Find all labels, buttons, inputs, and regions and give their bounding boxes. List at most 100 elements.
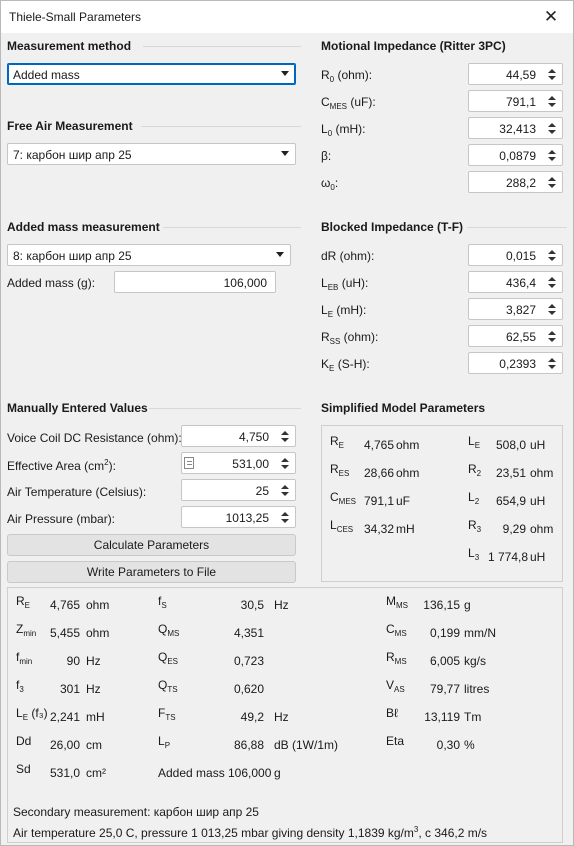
model-symbol-subscript: E: [474, 441, 481, 450]
spin-down-icon[interactable]: [548, 76, 556, 80]
param-field[interactable]: 288,2: [468, 171, 563, 193]
simplified-model-header: Simplified Model Parameters: [321, 401, 486, 415]
chevron-down-icon: [281, 151, 289, 156]
result-symbol: RMS: [386, 650, 407, 666]
spin-down-icon[interactable]: [281, 492, 289, 496]
spin-up-icon[interactable]: [548, 69, 556, 73]
air-temperature-field[interactable]: 25: [181, 479, 296, 501]
spin-up-icon[interactable]: [548, 123, 556, 127]
spin-up-icon[interactable]: [548, 177, 556, 181]
result-value: 90: [66, 654, 80, 668]
result-value: 86,88: [233, 738, 264, 752]
result-value: 13,119: [424, 710, 460, 724]
result-symbol-subscript: S: [161, 601, 167, 610]
spin-down-icon[interactable]: [548, 103, 556, 107]
model-unit: mH: [396, 522, 415, 536]
result-symbol-subscript: E: [24, 601, 31, 610]
result-symbol-subscript: TS: [165, 713, 176, 722]
result-symbol: fS: [158, 594, 167, 610]
spin-down-icon[interactable]: [548, 284, 556, 288]
motional-impedance-header: Motional Impedance (Ritter 3PC): [321, 39, 506, 53]
param-field[interactable]: 44,59: [468, 63, 563, 85]
result-symbol-subscript: MS: [396, 601, 408, 610]
spin-up-icon[interactable]: [548, 150, 556, 154]
measurement-method-value: Added mass: [13, 68, 80, 82]
write-parameters-button[interactable]: Write Parameters to File: [7, 561, 296, 583]
result-symbol: CMS: [386, 622, 407, 638]
result-symbol: fmin: [16, 650, 32, 666]
spin-up-icon[interactable]: [281, 431, 289, 435]
spin-down-icon[interactable]: [548, 338, 556, 342]
result-symbol: QTS: [158, 678, 178, 694]
calculator-icon[interactable]: [184, 457, 194, 469]
added-mass-select[interactable]: 8: карбон шир апр 25: [7, 244, 291, 266]
divider: [143, 46, 301, 47]
spin-up-icon[interactable]: [548, 331, 556, 335]
spin-up-icon[interactable]: [281, 512, 289, 516]
param-subscript: SS: [329, 337, 341, 346]
spin-down-icon[interactable]: [548, 257, 556, 261]
model-unit: uF: [396, 494, 411, 508]
spin-down-icon[interactable]: [281, 438, 289, 442]
model-symbol-subscript: E: [338, 441, 345, 450]
param-field[interactable]: 0,2393: [468, 352, 563, 374]
result-value: 5,455: [49, 626, 80, 640]
added-mass-result-label: Added mass: [158, 766, 225, 780]
added-mass-value: 106,000: [223, 276, 267, 290]
param-field[interactable]: 62,55: [468, 325, 563, 347]
air-temperature-label: Air Temperature (Celsius):: [7, 485, 147, 499]
divider: [149, 408, 301, 409]
added-mass-field[interactable]: 106,000: [114, 271, 276, 293]
param-subscript: EB: [327, 283, 339, 292]
air-pressure-field[interactable]: 1013,25: [181, 506, 296, 528]
result-value: 0,620: [233, 682, 264, 696]
result-value: 531,0: [49, 766, 80, 780]
result-symbol-letter: Eta: [386, 734, 405, 748]
spin-up-icon[interactable]: [548, 96, 556, 100]
free-air-select[interactable]: 7: карбон шир апр 25: [7, 143, 296, 165]
param-field[interactable]: 791,1: [468, 90, 563, 112]
blocked-impedance-list: dR (ohm): 0,015 LEB (uH): 436,4 LE (mH): 3,82…: [321, 244, 567, 379]
added-mass-select-value: 8: карбон шир апр 25: [13, 249, 132, 263]
result-symbol-letter: R: [386, 650, 395, 664]
spin-down-icon[interactable]: [548, 130, 556, 134]
param-field[interactable]: 436,4: [468, 271, 563, 293]
spin-up-icon[interactable]: [281, 485, 289, 489]
spin-up-icon[interactable]: [548, 358, 556, 362]
window-title: Thiele-Small Parameters: [9, 10, 142, 24]
spin-down-icon[interactable]: [548, 365, 556, 369]
param-field[interactable]: 32,413: [468, 117, 563, 139]
model-symbol-subscript: 2: [474, 497, 480, 506]
param-label: RSS (ohm):: [321, 330, 378, 346]
spin-up-icon[interactable]: [548, 250, 556, 254]
dc-resistance-field[interactable]: 4,750: [181, 425, 296, 447]
spin-up-icon[interactable]: [548, 304, 556, 308]
spin-down-icon[interactable]: [281, 519, 289, 523]
calculate-parameters-button[interactable]: Calculate Parameters: [7, 534, 296, 556]
spin-up-icon[interactable]: [548, 277, 556, 281]
param-field[interactable]: 0,015: [468, 244, 563, 266]
result-symbol: f3: [16, 678, 24, 694]
effective-area-field[interactable]: 531,00: [181, 452, 296, 474]
air-density-main: Air temperature 25,0 C, pressure 1 013,2…: [13, 826, 414, 840]
param-value: 791,1: [505, 95, 536, 109]
close-icon[interactable]: ✕: [529, 1, 573, 33]
result-value: 79,77: [429, 682, 460, 696]
spin-down-icon[interactable]: [548, 311, 556, 315]
spin-up-icon[interactable]: [281, 458, 289, 462]
param-field[interactable]: 0,0879: [468, 144, 563, 166]
spin-down-icon[interactable]: [548, 157, 556, 161]
model-value: 508,0: [495, 438, 526, 452]
effective-area-label-end: ):: [108, 459, 116, 473]
result-symbol: VAS: [386, 678, 405, 694]
result-value: 2,241: [49, 710, 80, 724]
model-symbol-letter: L: [468, 546, 475, 560]
param-field[interactable]: 3,827: [468, 298, 563, 320]
param-label: ω0:: [321, 176, 338, 192]
spin-down-icon[interactable]: [281, 465, 289, 469]
spin-down-icon[interactable]: [548, 184, 556, 188]
secondary-measurement-text: Secondary measurement: карбон шир апр 25: [13, 805, 259, 819]
result-symbol-subscript: 3: [19, 685, 24, 694]
param-label: KE (S-H):: [321, 357, 370, 373]
measurement-method-select[interactable]: Added mass: [7, 63, 296, 85]
